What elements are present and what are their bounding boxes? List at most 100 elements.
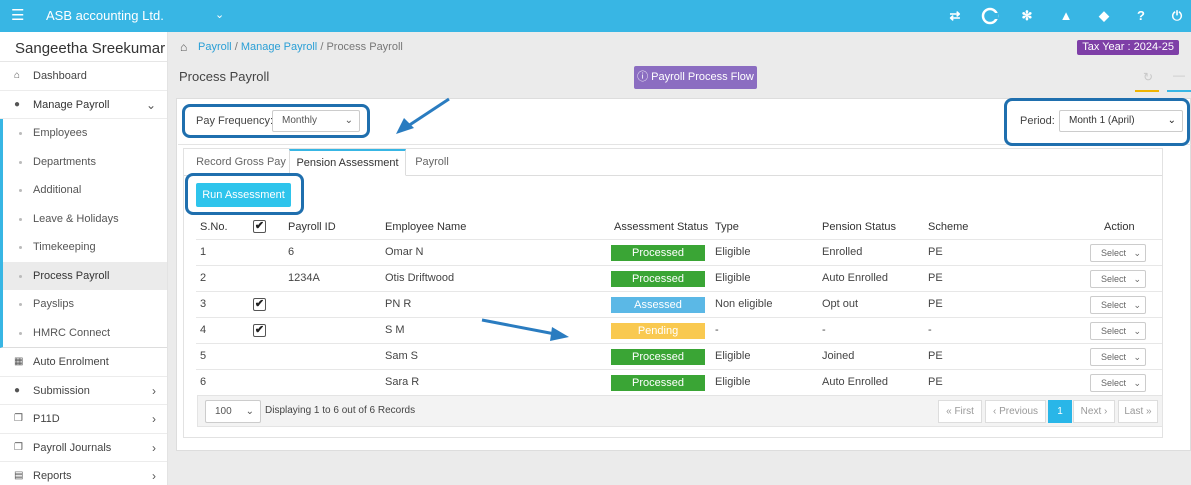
sidebar-item-departments[interactable]: Departments (3, 148, 167, 177)
tab-pension-assessment[interactable]: Pension Assessment (289, 149, 406, 176)
row-checkbox-empty[interactable] (253, 246, 266, 259)
refresh-icon[interactable]: ↻ (1143, 70, 1153, 84)
breadcrumb-manage-payroll[interactable]: Manage Payroll (241, 41, 317, 53)
page-size-select[interactable]: 100 ⌄ (205, 400, 261, 423)
bullet-icon (19, 246, 22, 249)
cell-employee-name: Sara R (385, 376, 420, 388)
records-summary: Displaying 1 to 6 out of 6 Records (265, 405, 416, 416)
ticket-icon[interactable]: ◆ (1095, 8, 1113, 24)
sidebar-item-submission[interactable]: ● Submission › (0, 377, 167, 405)
sidebar-item-auto-enrolment[interactable]: ▦ Auto Enrolment (0, 348, 167, 377)
cell-sno: 5 (200, 350, 207, 362)
action-select-value: Select (1101, 378, 1127, 388)
user-name: Sangeetha Sreekumar (0, 32, 167, 62)
payroll-process-flow-button[interactable]: ⓘ Payroll Process Flow (634, 66, 757, 89)
breadcrumb-separator: / (234, 41, 238, 53)
collapse-underline (1167, 90, 1191, 92)
select-all-checkbox[interactable]: ✔ (253, 220, 266, 233)
tax-year-badge: Tax Year : 2024-25 (1077, 40, 1179, 55)
table-row[interactable]: 1 6 Omar N Processed Eligible Enrolled PE Selec… (196, 239, 1162, 265)
status-badge: Assessed (611, 297, 705, 313)
chevron-right-icon: › (152, 469, 156, 483)
action-select[interactable]: Select ⌄ (1090, 270, 1146, 288)
megaphone-icon[interactable]: ▲ (1057, 8, 1075, 24)
breadcrumb-payroll[interactable]: Payroll (198, 41, 232, 53)
cell-payroll-id: 6 (288, 246, 295, 258)
sidebar-item-process-payroll[interactable]: Process Payroll (3, 261, 167, 290)
sidebar-item-label: Payroll Journals (33, 441, 112, 454)
row-checkbox-empty[interactable] (253, 350, 266, 363)
document-icon: ▤ (14, 470, 24, 481)
sidebar-item-hmrc-connect[interactable]: HMRC Connect (3, 319, 167, 348)
c-logo-icon[interactable] (981, 7, 999, 25)
col-assessment-status: Assessment Status (614, 221, 709, 233)
tab-record-gross-pay[interactable]: Record Gross Pay (191, 149, 291, 176)
row-checkbox-empty[interactable] (253, 272, 266, 285)
sidebar-item-employees[interactable]: Employees (3, 119, 167, 148)
sidebar-item-payroll-journals[interactable]: ❐ Payroll Journals › (0, 434, 167, 462)
top-navbar: ☰ ASB accounting Ltd. ⌄ ⇄ ✻ ▲ ◆ ? ⏻ (0, 0, 1191, 32)
status-badge: Pending (611, 323, 705, 339)
grid-icon: ▦ (14, 356, 24, 367)
first-page-button[interactable]: « First (938, 400, 982, 423)
page-1-button[interactable]: 1 (1048, 400, 1072, 423)
previous-page-button[interactable]: ‹ Previous (985, 400, 1046, 423)
cell-employee-name: Sam S (385, 350, 419, 362)
action-select[interactable]: Select ⌄ (1090, 244, 1146, 262)
table-row[interactable]: 3 ✔ PN R Assessed Non eligible Opt out PE Selec… (196, 291, 1162, 317)
chevron-down-icon: ⌄ (145, 97, 156, 112)
company-name[interactable]: ASB accounting Ltd. (46, 8, 164, 23)
sidebar-item-label: Leave & Holidays (33, 212, 119, 225)
sidebar-item-reports[interactable]: ▤ Reports › (0, 462, 167, 485)
chevron-down-icon[interactable]: ⌄ (215, 8, 224, 21)
cell-scheme: PE (928, 298, 943, 310)
flow-button-label: Payroll Process Flow (651, 71, 754, 83)
action-select[interactable]: Select ⌄ (1090, 296, 1146, 314)
collapse-icon[interactable]: — (1173, 68, 1185, 82)
chevron-down-icon: ⌄ (1133, 378, 1141, 388)
page-bottom (176, 452, 1191, 485)
next-page-button[interactable]: Next › (1073, 400, 1115, 423)
home-icon[interactable]: ⌂ (180, 40, 187, 54)
chevron-down-icon: ⌄ (1133, 248, 1141, 258)
cell-sno: 2 (200, 272, 207, 284)
sidebar-item-label: Additional (33, 184, 82, 196)
sidebar-item-timekeeping[interactable]: Timekeeping (3, 233, 167, 262)
table-row[interactable]: 6 Sara R Processed Eligible Auto Enrolled PE S… (196, 369, 1162, 395)
sidebar-item-dashboard[interactable]: ⌂ Dashboard (0, 62, 167, 91)
cell-scheme: PE (928, 246, 943, 258)
breadcrumb-bar: ⌂ Payroll / Manage Payroll / Process Pay… (168, 32, 1191, 62)
cell-pension-status: Auto Enrolled (822, 272, 889, 284)
cell-employee-name: S M (385, 324, 405, 336)
copy-icon: ❐ (14, 441, 23, 453)
row-checkbox[interactable]: ✔ (253, 324, 266, 337)
table-row[interactable]: 4 ✔ S M Pending - - - Select ⌄ (196, 317, 1162, 343)
sidebar-item-leave-holidays[interactable]: Leave & Holidays (3, 205, 167, 234)
cogs-icon[interactable]: ✻ (1018, 8, 1036, 24)
sidebar-item-additional[interactable]: Additional (3, 176, 167, 205)
sidebar-item-label: Payslips (33, 298, 74, 310)
tab-payroll[interactable]: Payroll (410, 149, 454, 176)
action-select[interactable]: Select ⌄ (1090, 348, 1146, 366)
power-icon[interactable]: ⏻ (1168, 8, 1186, 24)
sidebar-item-manage-payroll[interactable]: ● Manage Payroll ⌄ (0, 91, 167, 119)
cell-type: - (715, 324, 719, 336)
users-icon: ● (14, 384, 21, 396)
cell-type: Eligible (715, 272, 751, 284)
table-row[interactable]: 2 1234A Otis Driftwood Processed Eligible Aut… (196, 265, 1162, 291)
highlight-box-period (1004, 98, 1190, 146)
hamburger-icon[interactable]: ☰ (11, 8, 24, 23)
col-action: Action (1104, 221, 1135, 233)
action-select[interactable]: Select ⌄ (1090, 374, 1146, 392)
swap-icon[interactable]: ⇄ (946, 8, 964, 24)
sidebar-item-p11d[interactable]: ❐ P11D › (0, 405, 167, 434)
copy-icon: ❐ (14, 413, 23, 424)
sidebar-item-label: Auto Enrolment (33, 356, 109, 368)
action-select[interactable]: Select ⌄ (1090, 322, 1146, 340)
last-page-button[interactable]: Last » (1118, 400, 1158, 423)
help-icon[interactable]: ? (1132, 8, 1150, 24)
sidebar-item-payslips[interactable]: Payslips (3, 290, 167, 319)
row-checkbox-empty[interactable] (253, 376, 266, 389)
row-checkbox[interactable]: ✔ (253, 298, 266, 311)
table-row[interactable]: 5 Sam S Processed Eligible Joined PE Select ⌄ (196, 343, 1162, 369)
